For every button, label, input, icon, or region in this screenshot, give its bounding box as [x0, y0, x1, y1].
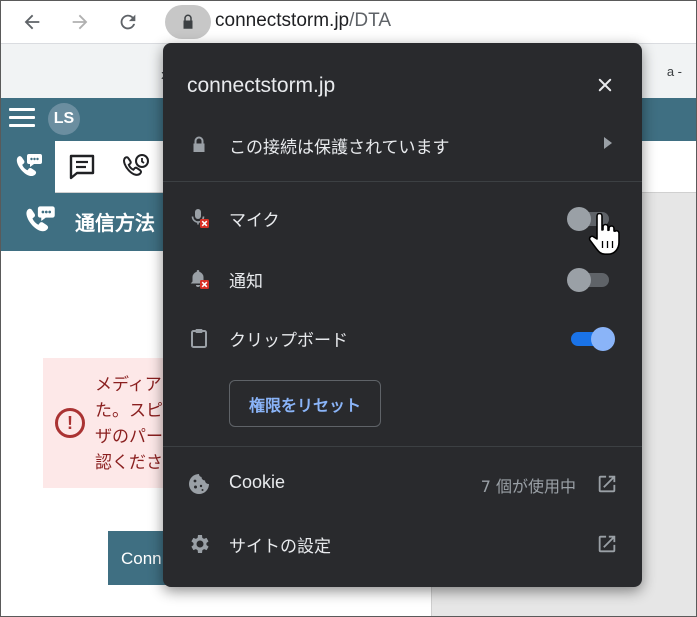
clipboard-toggle[interactable]: [567, 327, 615, 351]
chevron-right-icon: [604, 137, 612, 149]
reload-button[interactable]: [113, 7, 143, 37]
forward-arrow-icon: [72, 14, 88, 30]
permission-label: 通知: [229, 272, 263, 292]
error-icon: !: [55, 408, 85, 438]
site-info-popup: connectstorm.jp この接続は保護されています マイク 通知 クリッ…: [163, 43, 642, 587]
phone-chat-icon: [26, 206, 55, 232]
permission-label: マイク: [229, 211, 280, 231]
permission-row-notifications[interactable]: 通知: [163, 254, 642, 304]
lock-icon: [183, 14, 193, 29]
connection-label: この接続は保護されています: [229, 138, 450, 158]
popup-title: connectstorm.jp: [187, 74, 336, 97]
tab-call-history[interactable]: [109, 141, 163, 193]
connection-security-row[interactable]: この接続は保護されています: [163, 120, 642, 170]
back-arrow-icon: [24, 14, 40, 30]
notifications-toggle[interactable]: [567, 268, 611, 292]
browser-toolbar: connectstorm.jp/DTA: [1, 1, 696, 43]
tab-communication[interactable]: [1, 141, 55, 193]
reset-permissions-button[interactable]: 権限をリセット: [229, 380, 381, 427]
site-settings-row[interactable]: サイトの設定: [163, 519, 642, 569]
error-alert: ! メディア た。スピ ザのパー 認くださ: [43, 358, 183, 488]
close-icon: [598, 78, 612, 92]
permission-row-clipboard[interactable]: クリップボード: [163, 313, 642, 363]
microphone-blocked-icon: [191, 209, 209, 228]
browser-window: connectstorm.jp/DTA x a - LS: [0, 0, 697, 617]
notification-blocked-icon: [190, 270, 209, 289]
site-info-button[interactable]: [165, 5, 211, 39]
clipboard-icon: [191, 329, 207, 348]
cookie-icon: [189, 474, 209, 494]
cookie-status: 7 個が使用中: [480, 477, 576, 496]
message-icon: [69, 154, 95, 180]
cookie-label: Cookie: [229, 472, 286, 492]
gear-icon: [191, 535, 209, 553]
divider: [163, 446, 642, 447]
forward-button[interactable]: [65, 7, 95, 37]
address-bar[interactable]: connectstorm.jp/DTA: [215, 10, 391, 32]
hand-cursor-icon: [588, 213, 620, 255]
permission-row-microphone[interactable]: マイク: [163, 193, 642, 243]
site-settings-label: サイトの設定: [229, 537, 331, 557]
url-path: /DTA: [349, 10, 391, 31]
permission-label: クリップボード: [229, 331, 348, 351]
cookie-row[interactable]: Cookie 7 個が使用中: [163, 459, 642, 509]
url-host: connectstorm.jp: [215, 10, 350, 31]
hamburger-menu-icon[interactable]: [9, 108, 35, 130]
section-title: 通信方法: [75, 211, 155, 235]
external-link-icon: [598, 535, 616, 553]
close-button[interactable]: [591, 71, 619, 99]
divider: [163, 181, 642, 182]
external-link-icon: [598, 475, 616, 493]
lock-icon: [193, 136, 205, 152]
phone-clock-icon: [123, 154, 149, 176]
bookmark-fragment-right[interactable]: a -: [667, 64, 682, 79]
phone-chat-icon: [16, 154, 42, 177]
back-button[interactable]: [17, 7, 47, 37]
avatar[interactable]: LS: [48, 103, 80, 135]
reload-icon: [120, 14, 136, 30]
tab-messages[interactable]: [55, 141, 109, 193]
